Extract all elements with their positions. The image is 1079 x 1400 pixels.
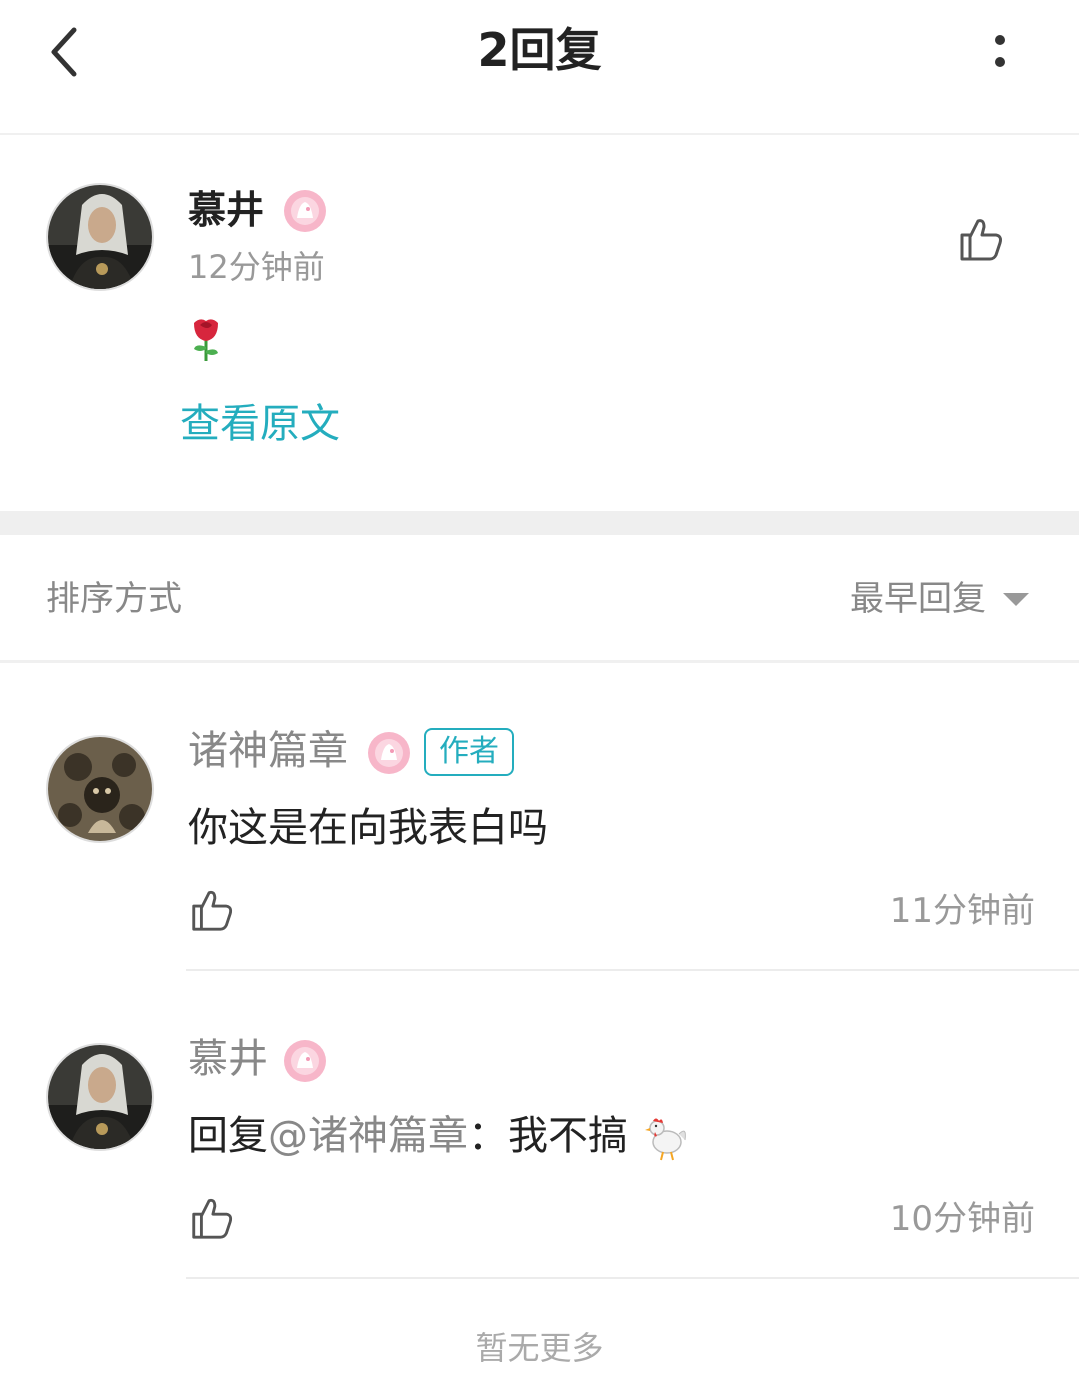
top-bar: 2回复 [0,0,1079,135]
sort-dropdown[interactable]: 最早回复 [850,579,1030,619]
like-button[interactable] [188,885,234,933]
avatar[interactable] [46,735,154,843]
rose-emoji-icon [186,313,226,363]
reply-author-name[interactable]: 慕井 [188,1035,268,1083]
thumbs-up-icon [192,1198,233,1239]
section-divider [0,511,1079,535]
reply-body: ：我不搞 [468,1113,628,1159]
thumbs-up-icon [192,890,233,931]
reply-item: 诸神篇章 作者 你这是在向我表白吗 11分钟前 [0,663,1079,971]
sort-value: 最早回复 [850,579,986,619]
view-original-link[interactable]: 查看原文 [180,399,340,449]
caret-down-icon [1003,592,1030,606]
anniversary-2022-badge-icon [284,190,326,232]
reply-author-name[interactable]: 诸神篇章 [188,727,348,775]
mention-link[interactable]: @诸神篇章 [268,1113,468,1159]
avatar[interactable] [46,183,154,291]
author-tag: 作者 [424,728,514,776]
more-vertical-icon [980,35,1020,67]
divider [186,1277,1079,1279]
reply-timestamp: 10分钟前 [889,1199,1035,1239]
reply-timestamp: 11分钟前 [889,891,1035,931]
more-options-button[interactable] [980,30,1020,74]
page-title: 2回复 [477,23,602,77]
thumbs-up-icon [960,219,1002,261]
main-comment: 慕井 12分钟前 查看原文 [0,137,1079,511]
like-button[interactable] [188,1193,234,1241]
comment-author-name[interactable]: 慕井 [188,187,264,233]
comment-timestamp: 12分钟前 [188,248,325,286]
rooster-emoji-icon [644,1118,686,1161]
avatar[interactable] [46,1043,154,1151]
anniversary-2022-badge-icon [284,1040,326,1082]
reply-text: 你这是在向我表白吗 [188,805,548,851]
reply-prefix: 回复 [188,1113,268,1159]
sort-bar: 排序方式 最早回复 [0,535,1079,663]
like-button[interactable] [956,213,1004,263]
reply-item: 慕井 回复@诸神篇章：我不搞 10分钟前 [0,971,1079,1279]
reply-text: 回复@诸神篇章：我不搞 [188,1111,687,1162]
anniversary-2022-badge-icon [368,732,410,774]
sort-label: 排序方式 [46,579,182,619]
no-more-text: 暂无更多 [475,1329,604,1367]
